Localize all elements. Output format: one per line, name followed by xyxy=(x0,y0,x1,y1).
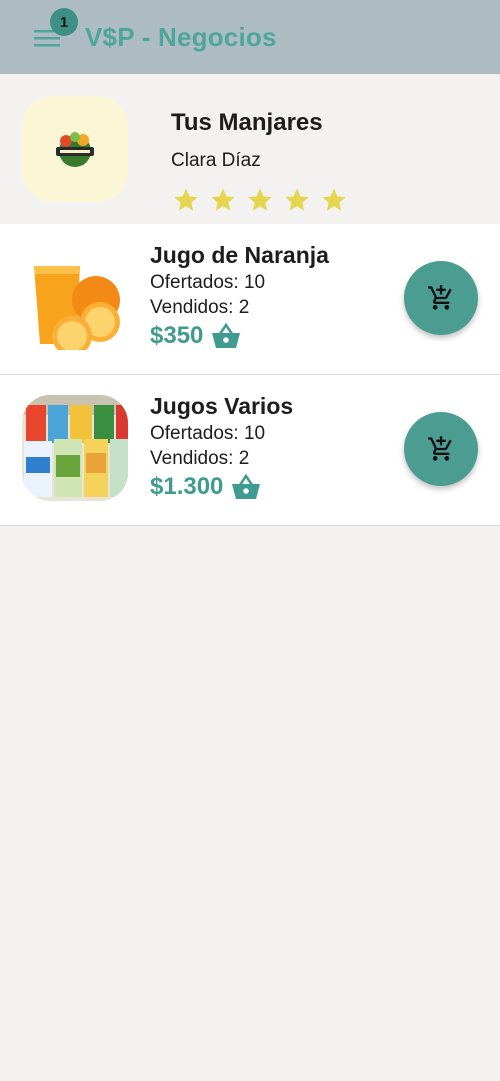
product-sold: Vendidos: 2 xyxy=(150,448,250,469)
add-shopping-cart-icon xyxy=(428,285,452,310)
product-price-row: $1.300 xyxy=(150,473,261,501)
product-image-orange-juice xyxy=(22,244,128,350)
product-offered: Ofertados: 10 xyxy=(150,272,266,293)
store-name: Tus Manjares xyxy=(171,109,323,136)
store-rating xyxy=(172,186,348,214)
product-name: Jugos Varios xyxy=(150,393,294,419)
basket-icon xyxy=(212,323,241,348)
store-owner: Clara Díaz xyxy=(171,150,261,171)
app-title: V$P - Negocios xyxy=(85,22,277,52)
add-to-cart-button[interactable] xyxy=(404,412,478,486)
product-image-assorted-juices xyxy=(22,395,128,501)
basket-icon xyxy=(232,474,261,499)
store-logo-image xyxy=(56,132,94,167)
product-offered: Ofertados: 10 xyxy=(150,423,266,444)
add-to-cart-button[interactable] xyxy=(404,261,478,335)
star-icon xyxy=(322,188,346,211)
store-logo xyxy=(22,96,128,202)
star-icon xyxy=(174,188,198,211)
product-price: $1.300 xyxy=(150,473,224,500)
product-item[interactable]: Jugos Varios Ofertados: 10 Vendidos: 2 $… xyxy=(0,375,500,526)
product-price-row: $350 xyxy=(150,322,241,350)
notification-badge: 1 xyxy=(50,8,78,36)
product-item[interactable]: Jugo de Naranja Ofertados: 10 Vendidos: … xyxy=(0,224,500,375)
product-sold: Vendidos: 2 xyxy=(150,297,250,318)
star-icon xyxy=(285,188,309,211)
add-shopping-cart-icon xyxy=(428,436,452,461)
store-header: Tus Manjares Clara Díaz xyxy=(0,74,500,224)
star-icon xyxy=(248,188,272,211)
product-price: $350 xyxy=(150,322,204,349)
star-icon xyxy=(211,188,235,211)
product-list: Jugo de Naranja Ofertados: 10 Vendidos: … xyxy=(0,224,500,526)
product-name: Jugo de Naranja xyxy=(150,242,329,268)
app-bar: 1 V$P - Negocios xyxy=(0,0,500,74)
